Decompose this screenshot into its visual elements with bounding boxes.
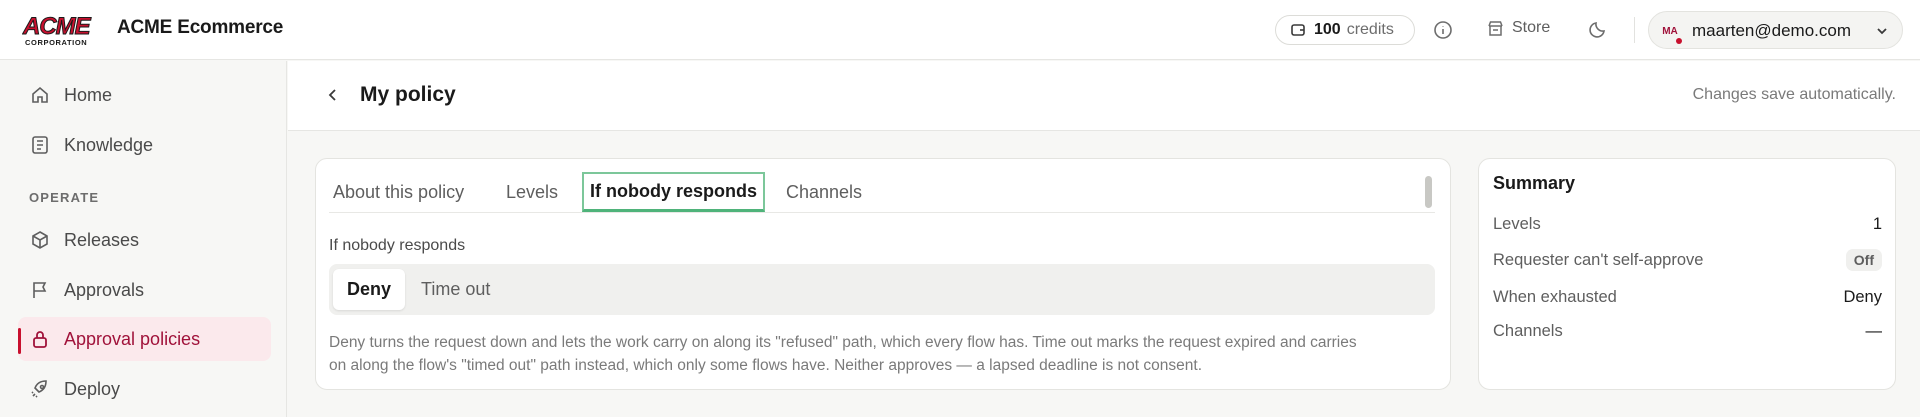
summary-value: Deny [1843,287,1882,306]
tabs-divider [329,212,1435,213]
acme-logo[interactable]: ACME CORPORATION [22,12,100,48]
help-text: Deny turns the request down and lets the… [329,331,1435,377]
lock-icon [33,331,47,348]
summary-label: Levels [1493,214,1541,233]
sidebar-item-deploy[interactable]: Deploy [18,367,271,411]
credits-label: credits [1346,21,1394,38]
store-label: Store [1512,19,1551,36]
svg-text:CORPORATION: CORPORATION [25,38,87,47]
back-button[interactable] [326,86,340,109]
autosave-note: Changes save automatically. [1692,86,1896,103]
timeout-behavior-selector: Deny Time out [329,264,1435,315]
sidebar-item-label: Releases [64,229,140,250]
page-header [288,61,1920,131]
sidebar-item-label: Approval policies [64,328,201,349]
credits-value: 100 [1314,21,1341,38]
topbar-divider [1634,17,1635,43]
tab-about-this-policy[interactable]: About this policy [333,172,464,212]
field-label: If nobody responds [329,237,466,254]
user-email: maarten@demo.com [1692,21,1851,40]
summary-label: When exhausted [1493,287,1617,306]
sidebar-item-label: Deploy [64,378,121,399]
active-indicator [18,328,21,354]
summary-title: Summary [1493,173,1576,193]
sidebar-item-approval-policies[interactable]: Approval policies [18,317,271,361]
flag-icon [33,282,47,298]
tab-channels[interactable]: Channels [786,172,862,212]
help-line-2: on along the flow's "timed out" path ins… [329,357,1202,374]
sidebar-item-label: Approvals [64,279,145,300]
sidebar-item-approvals[interactable]: Approvals [18,268,271,312]
summary-value: 1 [1872,214,1882,233]
summary-row-channels: Channels — [1493,317,1882,345]
summary-label: Channels [1493,321,1563,340]
wallet-icon [1291,24,1305,36]
status-badge: Off [1845,249,1882,271]
rocket-icon [31,380,47,398]
store-link[interactable]: Store [1487,19,1550,37]
sidebar-item-releases[interactable]: Releases [18,218,271,262]
user-menu[interactable]: MA maarten@demo.com [1648,11,1903,49]
summary-row-self-approve: Requester can't self-approve Off [1493,246,1882,274]
summary-label: Requester can't self-approve [1493,250,1704,269]
info-icon[interactable] [1433,20,1453,40]
moon-icon[interactable] [1589,20,1607,38]
summary-value: — [1865,321,1883,340]
chevron-down-icon [1877,28,1887,35]
package-icon [32,231,48,249]
sidebar-item-home[interactable]: Home [18,73,271,117]
book-icon [32,136,48,154]
section-label-operate: OPERATE [29,190,100,205]
app-title: ACME Ecommerce [117,17,284,38]
status-dot [1676,38,1682,44]
option-deny[interactable]: Deny [333,269,406,310]
help-line-1: Deny turns the request down and lets the… [329,334,1357,351]
svg-text:ACME: ACME [22,13,92,40]
credits-badge[interactable]: 100 credits [1275,15,1415,45]
sidebar-item-label: Knowledge [64,134,154,155]
tab-if-nobody-responds[interactable]: If nobody responds [582,172,766,212]
sidebar-item-knowledge[interactable]: Knowledge [18,123,271,167]
tab-levels[interactable]: Levels [506,172,558,212]
top-bar: ACME CORPORATION ACME Ecommerce 100 cred… [0,0,1920,60]
summary-row-levels: Levels 1 [1493,210,1882,238]
page-title: My policy [360,83,456,106]
tabs-scrollbar[interactable] [1425,176,1432,208]
sidebar-item-label: Home [64,84,113,105]
home-icon [32,86,48,103]
option-time-out[interactable]: Time out [407,269,504,310]
chevron-left-icon [328,89,336,101]
summary-row-when-exhausted: When exhausted Deny [1493,283,1882,311]
store-icon [1488,20,1503,36]
